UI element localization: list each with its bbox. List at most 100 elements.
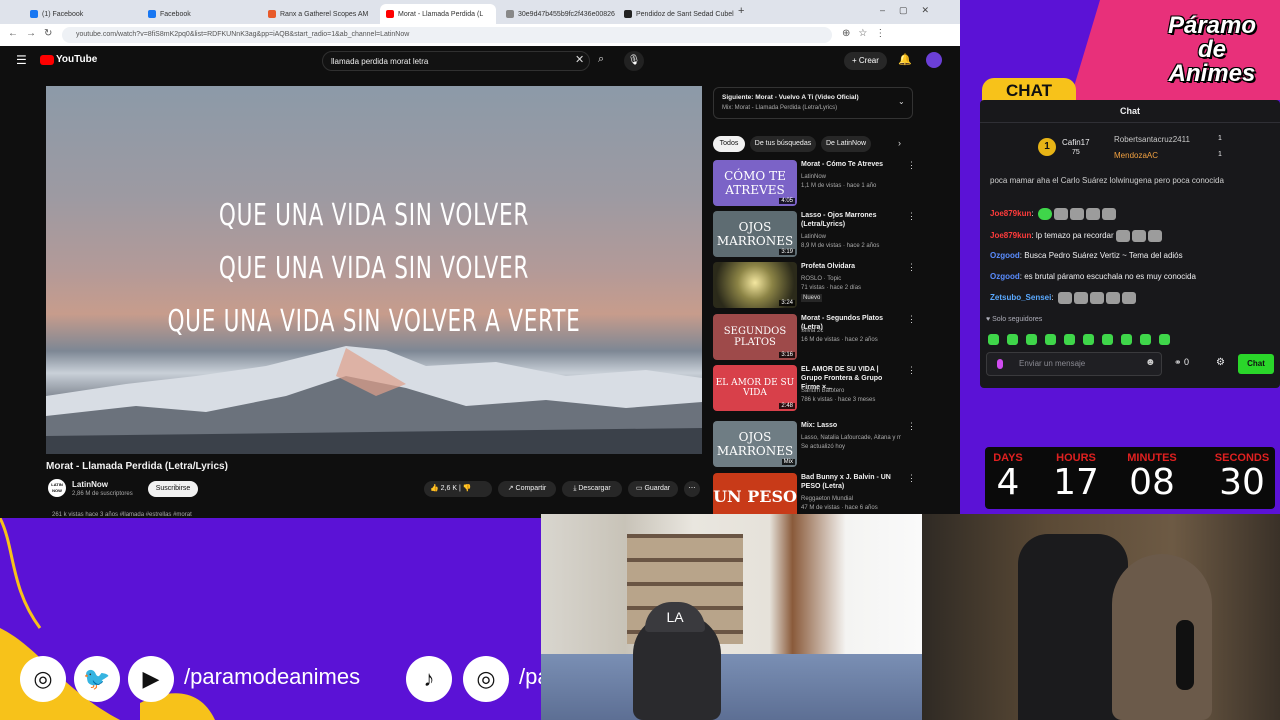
rec-meta: Se actualizó hoy [801,444,846,450]
tab-tiktok[interactable]: Pendidoz de Sant Sedad Cubel [618,4,734,24]
tab-label: (1) Facebook [42,10,84,18]
video-thumbnail: CÓMO TE ATREVES 4:05 [713,160,797,206]
share-label: Compartir [515,485,547,492]
facebook-icon [30,10,38,18]
facebook-icon [148,10,156,18]
send-chat-button[interactable]: Chat [1238,354,1274,374]
more-actions-button[interactable]: ⋯ [684,481,700,497]
emote-icon[interactable] [1083,334,1094,345]
rec-meta: 1,1 M de vistas · hace 1 año [801,183,877,189]
chat-user[interactable]: Joe879kun [990,209,1031,218]
instagram-icon: ◎ [20,656,66,702]
search-input[interactable]: llamada perdida morat letra [322,51,590,71]
emoji-icon[interactable]: ☻ [1145,357,1156,368]
more-icon[interactable]: ⋮ [907,314,916,325]
save-button[interactable]: ▭ Guardar [628,481,678,497]
emote-bar[interactable] [988,332,1178,350]
recommendation-item[interactable]: SEGUNDOS PLATOS 3:16 Morat - Segundos Pla… [713,314,916,362]
tab-ranx[interactable]: Ranx a Gatherel Scopes AM [262,4,378,24]
rec-meta: 8,9 M de vistas · hace 2 años [801,243,880,249]
more-icon[interactable]: ⋮ [907,262,916,273]
tab-label: Ranx a Gatherel Scopes AM [280,10,369,18]
new-tab-button[interactable]: + [738,5,744,17]
download-button[interactable]: ⤓ Descargar [562,481,622,497]
notifications-icon[interactable]: 🔔 [898,53,912,66]
emote-icon[interactable] [1007,334,1018,345]
leader-name[interactable]: Cafin17 [1062,138,1090,147]
emote-icon [1057,292,1072,304]
chip-all[interactable]: Todos [713,136,745,152]
chat-title: Chat [1120,106,1140,116]
followers-only-text: Solo seguidores [992,316,1043,323]
more-icon[interactable]: ⋮ [907,421,916,432]
duration: 3:16 [779,352,795,358]
avatar[interactable] [926,52,942,68]
leader-name[interactable]: MendozaAC [1114,151,1158,160]
subscriber-count: 2,86 M de suscriptores [72,491,133,497]
recommendation-item[interactable]: 3:24 Profeta Olvidara ROSLO · Topic 71 v… [713,262,916,310]
more-icon[interactable]: ⋮ [907,473,916,484]
clear-search-icon[interactable]: ✕ [575,53,584,66]
nav-buttons[interactable]: ←→↻ [8,28,60,39]
video-thumbnail: 3:24 [713,262,797,308]
emote-icon[interactable] [1140,334,1151,345]
channel-points[interactable]: ⚭ 0 [1174,357,1189,368]
emote-icon[interactable] [1102,334,1113,345]
chip-channel[interactable]: De LatinNow [821,136,871,152]
recommendation-item[interactable]: CÓMO TE ATREVES 4:05 Morat - Cómo Te Atre… [713,160,916,208]
emote-icon[interactable] [1026,334,1037,345]
video-player[interactable]: QUE UNA VIDA SIN VOLVER QUE UNA VIDA SIN… [46,86,702,454]
tab-youtube[interactable]: Morat - Llamada Perdida (L [380,4,496,24]
tab-facebook-2[interactable]: Facebook [142,4,258,24]
chat-user[interactable]: Joe879kun [990,231,1031,240]
autoplay-next-card[interactable]: Siguiente: Morat - Vuelvo A Ti (Video Of… [713,87,913,119]
emote-icon[interactable] [1159,334,1170,345]
tab-facebook-1[interactable]: (1) Facebook [24,4,140,24]
more-icon[interactable]: ⋮ [907,160,916,171]
recommendation-item[interactable]: UN PESO Bad Bunny x J. Balvin - UN PESO … [713,473,916,518]
emote-icon[interactable] [1064,334,1075,345]
search-icon[interactable]: ⌕ [598,53,604,66]
recommendation-item[interactable]: EL AMOR DE SU VIDA 2:48 EL AMOR DE SU VID… [713,365,916,413]
logo-line-3: Animes [1168,60,1256,87]
url-field[interactable]: youtube.com/watch?v=8fiS8mK2pq0&list=RDF… [62,27,832,43]
channel-avatar[interactable]: LATIN NOW [48,479,66,497]
tab-label: 30e9d47b455b9fc2f436e00826 [518,10,615,18]
menu-icon[interactable]: ☰ [16,53,27,67]
emote-icon[interactable] [988,334,999,345]
video-thumbnail: OJOS MARRONES 3:19 [713,211,797,257]
create-button[interactable]: + Crear [844,52,887,70]
youtube-icon: ▶ [128,656,174,702]
chevron-down-icon[interactable]: ⌄ [898,97,905,106]
microphone-icon[interactable]: 🎙 [624,51,644,71]
chat-user[interactable]: Ozgood [990,251,1020,260]
browser-toolbar-icons[interactable]: ⊕☆⋮ [842,28,893,39]
chat-input[interactable]: Enviar un mensaje ☻ [986,352,1162,376]
chevron-right-icon[interactable]: › [898,138,901,148]
youtube-icon [40,54,54,65]
channel-name[interactable]: LatinNow [72,480,108,489]
emote-icon [1131,230,1146,242]
window-controls[interactable]: –▢✕ [880,5,943,16]
chat-user[interactable]: Ozgood [990,272,1020,281]
recommendation-item[interactable]: OJOS MARRONES 3:19 Lasso - Ojos Marrones … [713,211,916,259]
mountain-image [46,346,702,454]
next-video-sub: Mix: Morat - Llamada Perdida (Letra/Lyri… [722,105,838,111]
like-button[interactable]: 👍 2,6 K | 👎 [424,481,492,497]
countdown-value: 30 [1219,462,1265,503]
emote-icon[interactable] [1045,334,1056,345]
emote-icon[interactable] [1121,334,1132,345]
subscribe-button[interactable]: Suscribirse [148,481,198,497]
duration: Mix [781,459,795,465]
more-icon[interactable]: ⋮ [907,365,916,376]
chip-searches[interactable]: De tus búsquedas [750,136,816,152]
youtube-logo[interactable]: YouTube [40,54,97,65]
settings-icon[interactable]: ⚙ [1216,357,1225,368]
recommendation-item[interactable]: OJOS MARRONES Mix Mix: Lasso Lasso, Natal… [713,421,916,469]
chat-text: lp temazo pa recordar [1035,231,1114,241]
leader-name[interactable]: Robertsantacruz2411 [1114,135,1190,144]
share-button[interactable]: ↗ Compartir [498,481,556,497]
more-icon[interactable]: ⋮ [907,211,916,222]
chat-user[interactable]: Zetsubo_Sensei [990,293,1051,302]
tab-hash[interactable]: 30e9d47b455b9fc2f436e00826 [500,4,616,24]
